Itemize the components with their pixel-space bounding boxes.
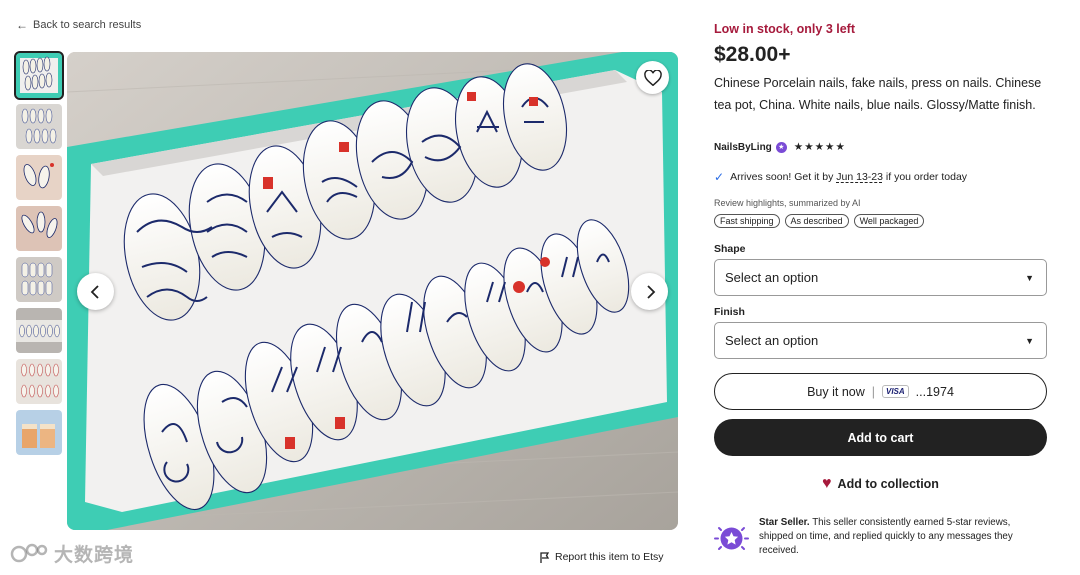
review-chip[interactable]: Well packaged — [853, 214, 925, 228]
buy-now-label: Buy it now — [807, 384, 865, 399]
thumbnail-strip — [14, 51, 64, 455]
thumbnail-4[interactable] — [16, 206, 62, 251]
add-to-cart-button[interactable]: Add to cart — [714, 419, 1047, 456]
star-seller-title: Star Seller. — [759, 517, 810, 528]
stock-status: Low in stock, only 3 left — [714, 22, 855, 36]
thumbnail-5[interactable] — [16, 257, 62, 302]
arrow-left-icon: ← — [16, 18, 28, 32]
seller-name-link[interactable]: NailsByLing — [714, 142, 772, 153]
visa-card-icon: VISA — [882, 385, 909, 398]
finish-select[interactable]: Select an option ▼ — [714, 322, 1047, 359]
star-seller-icon — [714, 527, 749, 550]
next-image-button[interactable] — [631, 273, 668, 310]
review-highlights-title: Review highlights, summarized by AI — [714, 198, 861, 208]
buy-it-now-button[interactable]: Buy it now | VISA ...1974 — [714, 373, 1047, 410]
report-item-link[interactable]: Report this item to Etsy — [540, 551, 664, 563]
checkmark-icon: ✓ — [714, 170, 725, 184]
shape-select[interactable]: Select an option ▼ — [714, 259, 1047, 296]
thumbnail-7[interactable] — [16, 359, 62, 404]
chevron-left-icon — [90, 284, 99, 299]
finish-label: Finish — [714, 306, 745, 318]
review-chip[interactable]: As described — [784, 214, 849, 228]
watermark: 大数跨境 — [10, 540, 134, 567]
card-last-digits: ...1974 — [915, 384, 954, 399]
product-image — [67, 52, 678, 530]
review-highlight-chips: Fast shipping As described Well packaged — [714, 214, 925, 228]
star-seller-badge-icon: ★ — [775, 141, 787, 153]
product-title: Chinese Porcelain nails, fake nails, pre… — [714, 76, 1042, 112]
add-to-collection-label: Add to collection — [837, 477, 939, 491]
seller-info: NailsByLing ★ ★★★★★ — [714, 141, 846, 153]
back-link-label: Back to search results — [33, 19, 142, 31]
divider: | — [871, 384, 875, 399]
thumbnail-3[interactable] — [16, 155, 62, 200]
price: $28.00+ — [714, 43, 791, 66]
previous-image-button[interactable] — [77, 273, 114, 310]
shape-select-value: Select an option — [725, 270, 819, 285]
rating-stars[interactable]: ★★★★★ — [794, 141, 846, 153]
star-seller-section: Star Seller. This seller consistently ea… — [714, 516, 1047, 558]
watermark-logo-icon — [10, 543, 48, 562]
add-to-collection-button[interactable]: ♥ Add to collection — [714, 475, 1047, 493]
review-chip[interactable]: Fast shipping — [714, 214, 780, 228]
heart-filled-icon: ♥ — [822, 475, 832, 492]
favorite-button[interactable] — [636, 61, 669, 94]
thumbnail-6[interactable] — [16, 308, 62, 353]
arrival-suffix: if you order today — [885, 171, 968, 183]
caret-down-icon: ▼ — [1025, 335, 1034, 346]
thumbnail-8[interactable] — [16, 410, 62, 455]
chevron-right-icon — [646, 284, 655, 299]
back-to-search-link[interactable]: ← Back to search results — [16, 18, 141, 32]
report-label: Report this item to Etsy — [555, 551, 664, 563]
flag-icon — [540, 551, 550, 563]
heart-outline-icon — [643, 69, 662, 86]
star-seller-text: Star Seller. This seller consistently ea… — [759, 516, 1047, 558]
arrival-estimate: ✓ Arrives soon! Get it by Jun 13-23 if y… — [714, 170, 967, 184]
arrival-dates[interactable]: Jun 13-23 — [836, 171, 883, 183]
caret-down-icon: ▼ — [1025, 272, 1034, 283]
thumbnail-1[interactable] — [14, 51, 64, 100]
watermark-text: 大数跨境 — [54, 545, 135, 566]
arrival-prefix: Arrives soon! Get it by — [730, 171, 834, 183]
shape-label: Shape — [714, 243, 746, 255]
finish-select-value: Select an option — [725, 333, 819, 348]
thumbnail-2[interactable] — [16, 104, 62, 149]
